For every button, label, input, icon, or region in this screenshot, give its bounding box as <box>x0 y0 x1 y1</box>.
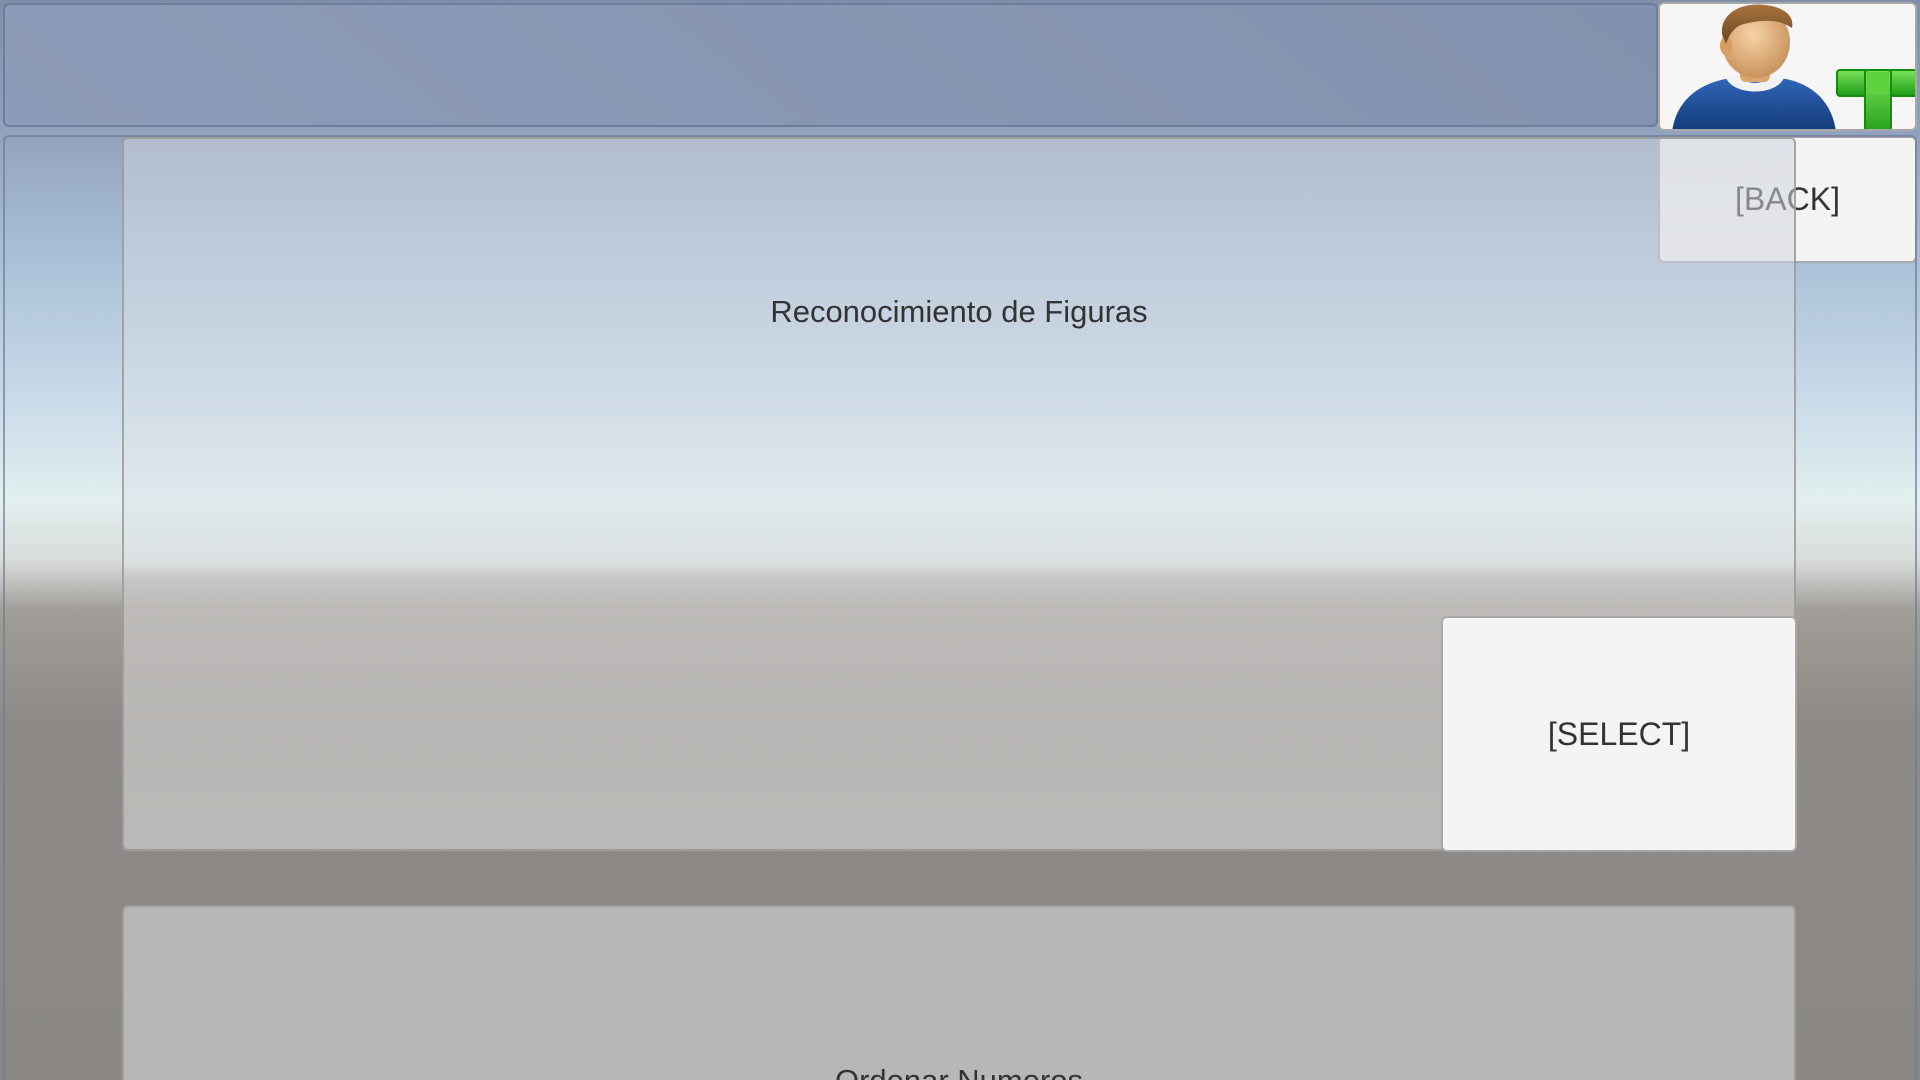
game-card-ordenar-numeros: Ordenar Numeros <box>122 905 1796 1080</box>
select-button[interactable]: [SELECT] <box>1441 616 1797 852</box>
top-bar <box>3 3 1658 127</box>
game-title: Reconocimiento de Figuras <box>770 294 1148 329</box>
add-user-icon <box>1672 4 1915 129</box>
add-user-button[interactable] <box>1658 2 1917 131</box>
game-title: Ordenar Numeros <box>124 1063 1794 1080</box>
